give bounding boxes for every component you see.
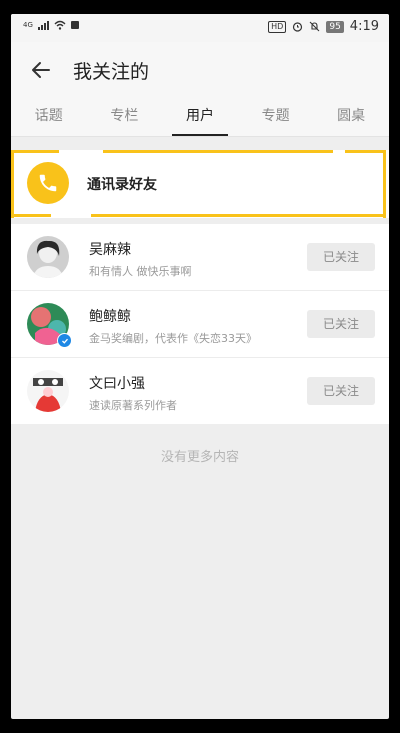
contacts-label: 通讯录好友 — [87, 177, 157, 193]
tab-roundtable[interactable]: 圆桌 — [313, 98, 389, 136]
status-right: HD 95 4:19 — [268, 19, 379, 34]
clock: 4:19 — [349, 19, 379, 34]
status-left: 4G — [23, 20, 79, 30]
phone-icon — [27, 162, 69, 204]
battery-icon: 95 — [326, 20, 344, 33]
contacts-friends-entry[interactable]: 通讯录好友 — [11, 150, 389, 218]
highlight-top-right — [345, 150, 385, 153]
notification-icon — [70, 21, 79, 29]
user-description: 和有情人 做快乐事啊 — [89, 265, 192, 278]
tab-topics[interactable]: 话题 — [11, 98, 87, 136]
following-button[interactable]: 已关注 — [307, 310, 375, 338]
following-button[interactable]: 已关注 — [307, 377, 375, 405]
tab-bar: 话题 专栏 用户 专题 圆桌 — [11, 98, 389, 137]
highlight-bottom-left — [11, 214, 51, 217]
alarm-icon — [293, 22, 303, 32]
mute-icon — [309, 21, 320, 32]
highlight-top-mid — [103, 150, 333, 153]
avatar — [27, 370, 69, 412]
list-item[interactable]: 鲍鲸鲸 金马奖编剧，代表作《失恋33天》 已关注 — [11, 291, 389, 358]
page-title: 我关注的 — [73, 61, 150, 83]
avatar — [27, 236, 69, 278]
highlight-right — [383, 150, 386, 218]
tab-specials[interactable]: 专题 — [238, 98, 314, 136]
user-description: 速读原著系列作者 — [89, 399, 177, 412]
phone-screen: 4G HD 95 4:19 我关注的 话题 专栏 用户 专题 圆桌 通讯录好友 … — [11, 14, 389, 719]
app-bar: 我关注的 — [11, 42, 389, 98]
highlight-top-left — [11, 150, 59, 153]
highlight-bottom — [91, 214, 385, 217]
hd-icon: HD — [268, 20, 287, 33]
signal-icon — [37, 20, 49, 30]
tab-users[interactable]: 用户 — [162, 98, 238, 136]
verified-badge-icon — [57, 333, 72, 348]
tab-columns[interactable]: 专栏 — [87, 98, 163, 136]
no-more-content: 没有更多内容 — [160, 450, 239, 465]
network-type: 4G — [23, 21, 33, 29]
user-name: 吴麻辣 — [89, 242, 131, 258]
user-name: 文曰小强 — [89, 376, 145, 392]
back-arrow-icon[interactable] — [29, 58, 53, 82]
user-description: 金马奖编剧，代表作《失恋33天》 — [89, 332, 257, 345]
user-list: 吴麻辣 和有情人 做快乐事啊 已关注 鲍鲸鲸 金马奖编剧，代表作《失恋33天》 … — [11, 224, 389, 424]
following-button[interactable]: 已关注 — [307, 243, 375, 271]
status-bar: 4G HD 95 4:19 — [11, 14, 389, 42]
highlight-left — [11, 150, 14, 218]
list-item[interactable]: 吴麻辣 和有情人 做快乐事啊 已关注 — [11, 224, 389, 291]
user-name: 鲍鲸鲸 — [89, 309, 131, 325]
wifi-icon — [54, 20, 66, 30]
list-item[interactable]: 文曰小强 速读原著系列作者 已关注 — [11, 358, 389, 424]
